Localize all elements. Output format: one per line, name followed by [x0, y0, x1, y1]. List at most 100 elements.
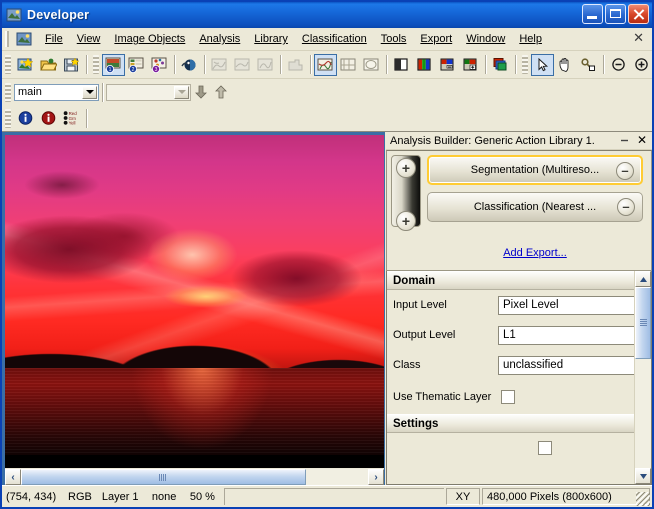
save-project-icon[interactable] [60, 54, 83, 76]
menu-item-view[interactable]: View [70, 30, 108, 48]
level-combo[interactable]: main [14, 83, 99, 101]
add-action-top-button[interactable]: + [396, 158, 416, 178]
menu-item-classification[interactable]: Classification [295, 30, 374, 48]
menu-item-library[interactable]: Library [247, 30, 295, 48]
info-toolbar-separator [86, 108, 87, 128]
menu-item-window[interactable]: Window [459, 30, 512, 48]
view-layer-3-icon[interactable]: 3 [148, 54, 171, 76]
layer-stack-icon[interactable] [489, 54, 512, 76]
group-header-settings[interactable]: Settings [387, 414, 634, 433]
level-combo-value: main [18, 86, 42, 98]
info-red-icon[interactable] [37, 107, 60, 129]
remove-action-segmentation-button[interactable]: – [616, 162, 634, 180]
settings-first-checkbox[interactable] [538, 441, 552, 455]
cloud-left-wisp [12, 164, 112, 205]
analysis-builder-close-button[interactable]: ✕ [637, 133, 647, 147]
close-button[interactable] [628, 4, 649, 24]
menu-item-export[interactable]: Export [413, 30, 459, 48]
maximize-button[interactable] [605, 4, 626, 24]
property-label-output-level: Output Level [393, 329, 456, 341]
chevron-down-icon-2[interactable] [174, 85, 189, 99]
auto-hide-icon[interactable] [619, 135, 630, 146]
chevron-down-icon[interactable] [82, 85, 97, 99]
manual-edit-tool-icon[interactable] [577, 54, 600, 76]
use-thematic-layer-checkbox[interactable] [501, 390, 515, 404]
pan-tool-icon[interactable] [554, 54, 577, 76]
close-document-icon[interactable]: ✕ [633, 31, 644, 45]
toolbar-separator-8 [515, 55, 516, 74]
hscroll-thumb[interactable] [21, 469, 306, 485]
class-combo[interactable] [106, 83, 191, 101]
menu-item-image-objects[interactable]: Image Objects [107, 30, 192, 48]
level-up-button[interactable] [211, 82, 231, 102]
zoom-in-icon[interactable] [630, 54, 653, 76]
window-controls [582, 4, 649, 24]
layer-minus-icon[interactable] [436, 54, 459, 76]
analysis-builder-title: Analysis Builder: Generic Action Library… [390, 134, 595, 147]
pointer-tool-icon[interactable] [531, 53, 554, 76]
property-scroll-track[interactable] [635, 359, 651, 468]
info-toolbar-grip[interactable] [5, 108, 11, 128]
property-value-input-level[interactable]: Pixel Level [498, 295, 634, 315]
property-value-class[interactable]: unclassified [498, 355, 634, 375]
pixel-view-icon[interactable] [314, 53, 337, 76]
property-grid-body: Domain Input Level Pixel Level Output Le… [387, 271, 634, 484]
action-item-segmentation[interactable]: Segmentation (Multireso... – [427, 155, 643, 185]
view-layer-1-icon[interactable]: 1 [102, 53, 125, 76]
toolbar-grip[interactable] [5, 55, 11, 74]
layer-plus-icon[interactable] [459, 54, 482, 76]
menu-item-tools[interactable]: Tools [374, 30, 414, 48]
rgb-layer-icon[interactable] [413, 54, 436, 76]
group-header-domain[interactable]: Domain [387, 271, 634, 290]
info-blue-icon[interactable] [14, 107, 37, 129]
legend-icon[interactable]: Red Grn Yell [60, 107, 83, 129]
resize-grip[interactable] [636, 492, 650, 506]
image-object-icon[interactable] [284, 54, 307, 76]
view-settings-icon[interactable] [178, 54, 201, 76]
cloud-golden-rim [156, 281, 256, 312]
toolbar-grip-3[interactable] [522, 55, 528, 74]
transparent-view-icon[interactable] [360, 54, 383, 76]
property-scroll-down-button[interactable] [635, 468, 651, 484]
image-view-2-icon[interactable] [231, 54, 254, 76]
toolbar-grip-2[interactable] [93, 55, 99, 74]
create-new-project-icon[interactable] [14, 54, 37, 76]
menubar-grip[interactable] [5, 31, 12, 47]
minimize-button[interactable] [582, 4, 603, 24]
hscroll-track[interactable] [21, 469, 368, 485]
info-toolbar: Red Grn Yell [2, 105, 652, 132]
add-action-bottom-button[interactable]: + [396, 211, 416, 231]
zoom-out-icon[interactable] [607, 54, 630, 76]
level-toolbar-grip[interactable] [5, 82, 11, 102]
property-grid-vertical-scrollbar[interactable] [634, 271, 651, 484]
level-down-button[interactable] [191, 82, 211, 102]
property-value-output-level[interactable]: L1 [498, 325, 634, 345]
remove-action-classification-button[interactable]: – [617, 198, 635, 216]
action-list: + + Segmentation (Multireso... – Classif… [386, 150, 652, 271]
grayscale-layer-icon[interactable] [390, 54, 413, 76]
scroll-right-button[interactable]: › [368, 469, 384, 485]
action-item-classification[interactable]: Classification (Nearest ... – [427, 192, 643, 222]
view-layer-2-icon[interactable]: 2 [125, 54, 148, 76]
add-export-link[interactable]: Add Export... [427, 247, 643, 259]
open-project-icon[interactable] [37, 54, 60, 76]
property-label-input-level: Input Level [393, 299, 447, 311]
image-canvas[interactable] [5, 135, 384, 468]
svg-text:1: 1 [109, 67, 112, 73]
image-view-3-icon[interactable] [254, 54, 277, 76]
image-horizontal-scrollbar[interactable]: ‹ › [5, 468, 384, 485]
menu-item-file[interactable]: File [38, 30, 70, 48]
property-scroll-thumb[interactable] [635, 287, 651, 359]
menu-item-help[interactable]: Help [512, 30, 549, 48]
water-ripples [5, 368, 384, 455]
outline-view-icon[interactable] [337, 54, 360, 76]
image-view-1-icon[interactable] [208, 54, 231, 76]
menu-app-icon [16, 31, 32, 47]
svg-text:Yell: Yell [69, 121, 76, 126]
property-scroll-up-button[interactable] [635, 271, 651, 287]
scroll-left-button[interactable]: ‹ [5, 469, 21, 485]
status-bar: (754, 434) RGB Layer 1 none 50 % XY 480,… [2, 485, 652, 507]
level-toolbar-separator [102, 82, 103, 102]
status-coordinates: (754, 434) [6, 490, 57, 503]
menu-item-analysis[interactable]: Analysis [192, 30, 247, 48]
